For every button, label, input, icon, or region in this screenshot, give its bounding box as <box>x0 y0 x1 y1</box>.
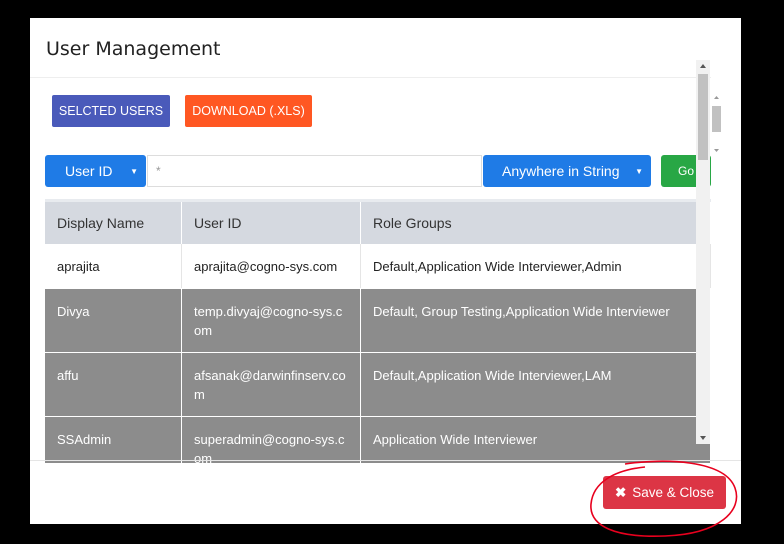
cell-display-name: aprajita <box>45 244 182 289</box>
modal-scrollbar[interactable] <box>696 60 710 444</box>
toolbar-scrollbar[interactable] <box>711 95 722 153</box>
cell-user-id: aprajita@cogno-sys.com <box>181 244 361 289</box>
title-divider <box>30 77 711 78</box>
cell-role-groups: Default,Application Wide Interviewer,Adm… <box>360 244 711 289</box>
cell-user-id: temp.divyaj@cogno-sys.com <box>181 288 361 353</box>
cell-role-groups: Application Wide Interviewer <box>360 416 711 463</box>
selected-users-button[interactable]: SELCTED USERS <box>52 95 170 127</box>
cell-role-groups: Default, Group Testing,Application Wide … <box>360 288 711 353</box>
search-field-select[interactable]: User ID ▼ <box>45 155 146 187</box>
caret-down-icon: ▼ <box>635 167 643 176</box>
match-type-select-value: Anywhere in String <box>502 163 620 179</box>
scrollbar-thumb <box>712 106 721 132</box>
cell-user-id: afsanak@darwinfinserv.com <box>181 352 361 417</box>
column-header-user-id[interactable]: User ID <box>181 202 361 244</box>
users-table-container[interactable]: Display Name User ID Role Groups aprajit… <box>45 199 711 463</box>
scroll-down-icon <box>714 149 719 152</box>
cell-user-id: superadmin@cogno-sys.com <box>181 416 361 463</box>
user-management-modal: User Management SELCTED USERS DOWNLOAD (… <box>30 18 741 524</box>
cell-role-groups: Default,Application Wide Interviewer,LAM <box>360 352 711 417</box>
cell-display-name: affu <box>45 352 182 417</box>
column-header-role-groups[interactable]: Role Groups <box>360 202 711 244</box>
download-xls-button[interactable]: DOWNLOAD (.XLS) <box>185 95 312 127</box>
table-row[interactable]: Divya temp.divyaj@cogno-sys.com Default,… <box>45 288 711 353</box>
table-row[interactable]: aprajita aprajita@cogno-sys.com Default,… <box>45 244 711 289</box>
cell-display-name: SSAdmin <box>45 416 182 463</box>
table-row[interactable]: SSAdmin superadmin@cogno-sys.com Applica… <box>45 416 711 463</box>
column-header-display-name[interactable]: Display Name <box>45 202 182 244</box>
annotation-circle <box>590 460 738 538</box>
cell-display-name: Divya <box>45 288 182 353</box>
search-field-select-value: User ID <box>65 163 113 179</box>
scrollbar-thumb <box>698 74 708 160</box>
match-type-select[interactable]: Anywhere in String ▼ <box>483 155 651 187</box>
scroll-up-icon <box>714 96 719 99</box>
table-row[interactable]: affu afsanak@darwinfinserv.com Default,A… <box>45 352 711 417</box>
users-table: Display Name User ID Role Groups aprajit… <box>45 202 711 463</box>
search-input[interactable]: * <box>147 155 482 187</box>
table-header-row: Display Name User ID Role Groups <box>45 202 711 244</box>
search-input-value: * <box>156 164 161 178</box>
modal-title: User Management <box>46 38 221 60</box>
caret-down-icon: ▼ <box>130 167 138 176</box>
